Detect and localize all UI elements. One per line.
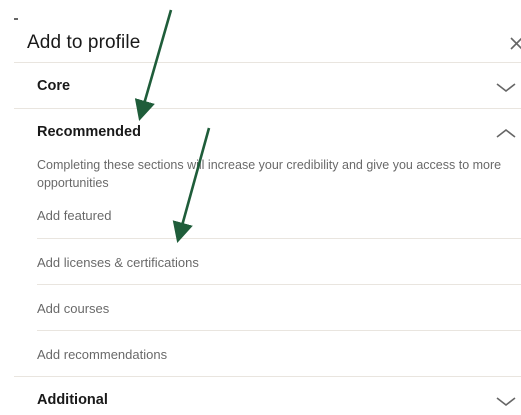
section-recommended-description: Completing these sections will increase … xyxy=(37,158,502,190)
dialog-title: Add to profile xyxy=(27,32,141,53)
divider xyxy=(14,62,521,63)
section-additional-label: Additional xyxy=(37,392,108,408)
divider xyxy=(14,376,521,377)
chevron-down-icon[interactable] xyxy=(494,391,518,411)
add-licenses-certifications-item[interactable]: Add licenses & certifications xyxy=(37,252,521,276)
add-courses-item[interactable]: Add courses xyxy=(37,298,521,322)
close-icon[interactable] xyxy=(507,33,521,53)
section-recommended[interactable]: Recommended xyxy=(37,119,521,147)
divider xyxy=(14,108,521,109)
divider xyxy=(37,238,521,239)
chevron-up-icon[interactable] xyxy=(494,123,518,143)
add-recommendations-item[interactable]: Add recommendations xyxy=(37,344,521,368)
divider xyxy=(37,330,521,331)
divider xyxy=(37,284,521,285)
list-item-label: Add featured xyxy=(37,208,112,223)
section-additional[interactable]: Additional xyxy=(37,387,521,415)
list-item-label: Add courses xyxy=(37,301,110,316)
list-item-label: Add licenses & certifications xyxy=(37,255,199,270)
section-core-label: Core xyxy=(37,78,71,94)
section-recommended-label: Recommended xyxy=(37,124,141,140)
section-core[interactable]: Core xyxy=(37,73,521,101)
add-featured-item[interactable]: Add featured xyxy=(37,205,521,229)
window-corner-mark xyxy=(14,18,18,20)
list-item-label: Add recommendations xyxy=(37,347,168,362)
chevron-down-icon[interactable] xyxy=(494,77,518,97)
